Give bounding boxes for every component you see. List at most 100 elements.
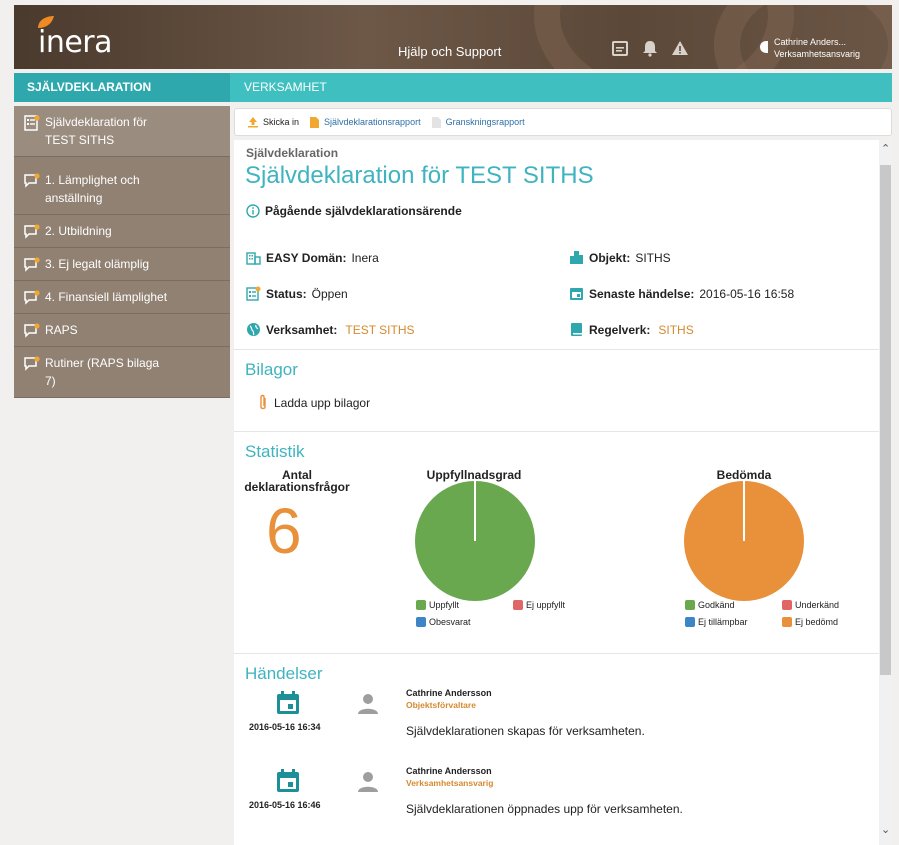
- scroll-down-icon[interactable]: ⌄: [881, 823, 890, 836]
- events-title: Händelser: [245, 664, 323, 683]
- statistics-title: Statistik: [245, 442, 305, 461]
- event-user-name: Cathrine Andersson: [406, 766, 492, 776]
- legend-swatch: [513, 600, 523, 610]
- attachments-title: Bilagor: [245, 360, 298, 379]
- sidebar-item-label: Rutiner (RAPS bilaga 7): [45, 356, 160, 388]
- object-value: SITHS: [635, 250, 671, 265]
- paperclip-icon: [260, 394, 266, 410]
- ongoing-label: Pågående självdeklarationsärende: [265, 204, 462, 218]
- legend-item: Uppfyllt: [416, 600, 459, 610]
- sidebar-item-routines[interactable]: Rutiner (RAPS bilaga 7): [14, 347, 230, 398]
- scroll-up-icon[interactable]: ⌃: [881, 142, 890, 155]
- globe-icon: [247, 323, 260, 336]
- event-date: 2016-05-16 16:46: [249, 800, 321, 810]
- attachments-section: Bilagor Ladda upp bilagor: [234, 350, 879, 432]
- sidebar-item-label: 4. Finansiell lämplighet: [45, 290, 168, 304]
- calendar-icon: [277, 769, 299, 792]
- chat-icon: [24, 257, 40, 272]
- calendar-icon: [277, 691, 299, 714]
- legend-label: Obesvarat: [429, 617, 471, 627]
- latest-event-label: Senaste händelse:: [589, 286, 695, 301]
- event-user-role: Verksamhetsansvarig: [406, 778, 494, 788]
- sidebar-item-overview[interactable]: Självdeklaration för TEST SITHS: [14, 106, 230, 157]
- legend-label: Underkänd: [795, 600, 840, 610]
- chat-icon: [24, 173, 40, 188]
- sidebar-item-financial[interactable]: 4. Finansiell lämplighet: [14, 281, 230, 314]
- sidebar-item-suitability[interactable]: 1. Lämplighet och anställning: [14, 157, 230, 215]
- sidebar-item-label: 2. Utbildning: [45, 224, 112, 238]
- nav-tab-organization[interactable]: VERKSAMHET: [244, 73, 327, 102]
- info-icon: [246, 204, 260, 218]
- legend-item: Godkänd: [685, 600, 735, 610]
- legend-item: Ej uppfyllt: [513, 600, 565, 610]
- warning-icon[interactable]: [671, 39, 689, 57]
- overview-section: Självdeklaration Självdeklaration för TE…: [234, 140, 879, 350]
- submit-button[interactable]: Skicka in: [263, 117, 299, 127]
- event-description: Självdeklarationen skapas för verksamhet…: [406, 724, 645, 738]
- sidebar-item-education[interactable]: 2. Utbildning: [14, 215, 230, 248]
- book-icon: [571, 323, 582, 336]
- upload-arrow-icon: [248, 117, 258, 128]
- checklist-icon: [246, 286, 261, 301]
- main-panel: Skicka in Självdeklarationsrapport Grans…: [234, 106, 892, 845]
- sidebar-item-raps[interactable]: RAPS: [14, 314, 230, 347]
- nav-tab-self-declaration[interactable]: SJÄLVDEKLARATION: [14, 73, 230, 102]
- legend-label: Godkänd: [698, 600, 735, 610]
- user-role: Verksamhetsansvarig: [774, 49, 861, 59]
- document-icon: [431, 116, 441, 128]
- sidebar-item-legal[interactable]: 3. Ej legalt olämplig: [14, 248, 230, 281]
- content-area: Självdeklaration Självdeklaration för TE…: [234, 140, 879, 845]
- legend-label: Ej bedömd: [795, 617, 839, 627]
- question-count-label: Antal deklarationsfrågor: [244, 468, 350, 494]
- status-value: Öppen: [311, 286, 348, 301]
- self-declaration-report-link[interactable]: Självdeklarationsrapport: [324, 117, 421, 127]
- organization-link[interactable]: TEST SITHS: [345, 323, 414, 337]
- legend-swatch: [416, 600, 426, 610]
- calendar-icon[interactable]: [611, 39, 629, 57]
- legend-item: Obesvarat: [416, 617, 471, 627]
- user-name: Cathrine Anders...: [774, 37, 847, 47]
- legend-label: Uppfyllt: [429, 600, 460, 610]
- status-field: Status: Öppen: [246, 286, 348, 301]
- sidebar: Självdeklaration för TEST SITHS 1. Lämpl…: [14, 106, 230, 398]
- legend-item: Ej tillämpbar: [685, 617, 748, 627]
- user-avatar-icon: [358, 772, 378, 792]
- help-support-link[interactable]: Hjälp och Support: [398, 44, 501, 59]
- page-kicker: Självdeklaration: [246, 146, 339, 160]
- sidebar-item-label: 1. Lämplighet och anställning: [45, 173, 140, 205]
- legend-item: Underkänd: [782, 600, 839, 610]
- event-user-role: Objektsförvaltare: [406, 700, 476, 710]
- review-report-link[interactable]: Granskningsrapport: [446, 117, 525, 127]
- ruleset-link[interactable]: SITHS: [658, 323, 693, 337]
- latest-event-value: 2016-05-16 16:58: [699, 286, 795, 301]
- content-scrollbar[interactable]: ⌃ ⌄: [879, 140, 892, 845]
- status-label: Status:: [266, 286, 307, 301]
- object-field: Objekt: SITHS: [569, 250, 671, 265]
- chat-icon: [24, 224, 40, 239]
- user-menu[interactable]: Cathrine Anders... Verksamhetsansvarig: [774, 36, 860, 60]
- events-section: Händelser 2016-05-16 16:34 Cathrine Ande…: [234, 654, 879, 845]
- chat-icon: [24, 356, 40, 371]
- main-nav: SJÄLVDEKLARATION VERKSAMHET: [14, 73, 892, 102]
- sidebar-item-label: Självdeklaration för TEST SITHS: [45, 115, 148, 147]
- latest-event-field: Senaste händelse: 2016-05-16 16:58: [569, 286, 794, 301]
- event-description: Självdeklarationen öppnades upp för verk…: [406, 802, 683, 816]
- page-title: Självdeklaration för TEST SITHS: [245, 162, 594, 189]
- domain-label: EASY Domän:: [266, 250, 347, 265]
- event-user-name: Cathrine Andersson: [406, 688, 492, 698]
- logo[interactable]: inera: [38, 25, 113, 60]
- ruleset-field: Regelverk: SITHS: [569, 322, 694, 337]
- checklist-icon: [24, 115, 40, 131]
- legend-swatch: [685, 617, 695, 627]
- legend-swatch: [782, 617, 792, 627]
- organization-field: Verksamhet: TEST SITHS: [246, 322, 415, 337]
- user-status-icon: [760, 41, 768, 53]
- ruleset-label: Regelverk:: [589, 322, 651, 337]
- legend-label: Ej tillämpbar: [698, 617, 748, 627]
- legend-item: Ej bedömd: [782, 617, 838, 627]
- upload-attachments-button[interactable]: Ladda upp bilagor: [258, 394, 370, 412]
- question-count-value: 6: [266, 495, 302, 567]
- bell-icon[interactable]: [641, 39, 659, 57]
- scrollbar-thumb[interactable]: [880, 165, 891, 675]
- building-icon: [246, 252, 261, 265]
